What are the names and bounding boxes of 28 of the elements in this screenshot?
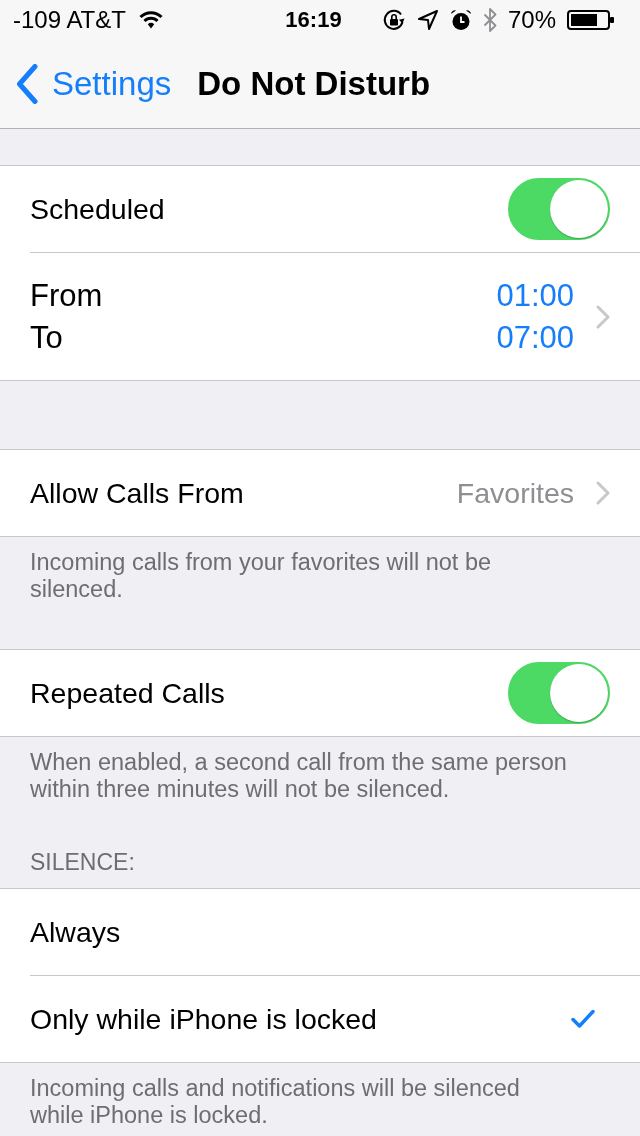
back-button[interactable]: Settings (16, 64, 172, 104)
location-arrow-icon (416, 9, 439, 31)
time-value: 01:00 (496, 277, 574, 314)
carrier-signal: -109 AT&T (13, 6, 126, 34)
back-chevron-icon (16, 64, 38, 104)
status-time: 16:19 (285, 7, 342, 33)
rotation-lock-icon (381, 8, 406, 32)
alarm-clock-icon (449, 9, 472, 31)
chevron-icon (596, 304, 610, 329)
bluetooth-icon (482, 7, 497, 33)
row-label: Always (30, 915, 122, 949)
battery-percent: 70% (507, 6, 556, 34)
wifi-icon (138, 11, 163, 29)
time-label: From (30, 277, 103, 314)
row-value: Favorites (456, 476, 574, 510)
footer-note: When enabled, a second call from the same person within three minutes will not be silenced. (29, 748, 568, 803)
time-label: To (30, 319, 63, 356)
row-label: Only while iPhone is locked (30, 1002, 378, 1036)
battery-icon (567, 10, 614, 30)
page-title: Do Not Disturb (197, 65, 431, 103)
footer-note: Incoming calls and notifications will be silenced while iPhone is locked. (29, 1074, 521, 1129)
row-label: Repeated Calls (30, 676, 226, 710)
row-label: Allow Calls From (30, 476, 245, 510)
time-value: 07:00 (496, 319, 574, 356)
section-header: SILENCE: (29, 849, 136, 877)
footer-note: Incoming calls from your favorites will not be silenced. (29, 548, 493, 603)
chevron-icon (596, 481, 610, 505)
row-label: Scheduled (30, 192, 166, 226)
